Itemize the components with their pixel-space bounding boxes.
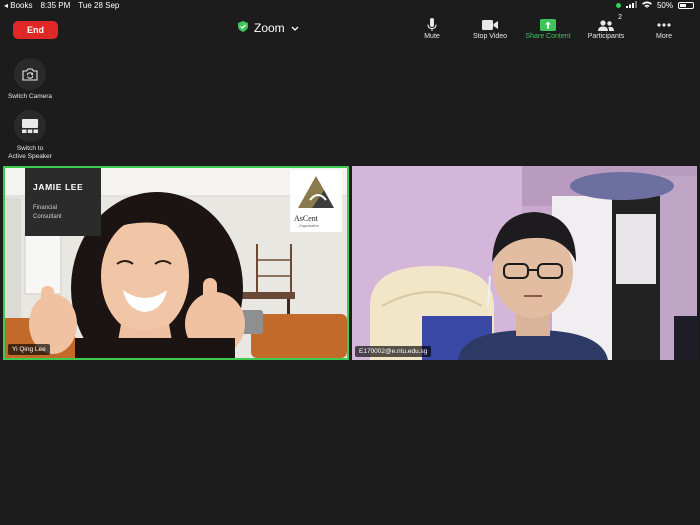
video-tile-yi-qing-lee[interactable]: JAMIE LEE Financial Consultant AsCent Or… <box>3 166 349 360</box>
participant-name-tag: E170002@e.ntu.edu.sg <box>355 346 432 357</box>
logo-subtext: Organization <box>299 224 319 228</box>
banner-role-line1: Financial <box>33 205 58 211</box>
switch-speaker-label-line1: Switch to <box>16 145 44 152</box>
banner-name: JAMIE LEE <box>33 182 84 192</box>
banner-role: Financial Consultant <box>33 204 62 222</box>
company-logo: AsCent Organization <box>290 170 342 232</box>
logo-text: AsCent <box>294 214 318 223</box>
status-bar: ◂ Books 8:35 PM Tue 28 Sep 50% <box>0 0 700 12</box>
back-to-app-link[interactable]: ◂ Books <box>4 1 32 10</box>
stop-video-label: Stop Video <box>472 33 508 40</box>
banner-role-line2: Consultant <box>33 214 62 220</box>
switch-speaker-label-line2: Active Speaker <box>8 153 52 160</box>
participant-video-feed <box>352 166 697 360</box>
microphone-icon <box>427 17 437 33</box>
participants-icon: 2 <box>598 14 622 33</box>
switch-camera-icon <box>14 58 46 90</box>
share-screen-icon <box>540 17 556 33</box>
back-app-label: Books <box>10 1 33 10</box>
switch-to-active-speaker-button[interactable]: Switch to Active Speaker <box>6 110 54 161</box>
shield-check-icon <box>238 21 248 35</box>
participant-name-tag: Yi Qing Lee <box>8 344 50 355</box>
switch-camera-button[interactable]: Switch Camera <box>6 58 54 101</box>
more-dots-icon <box>657 17 671 33</box>
participants-label: Participants <box>587 33 625 40</box>
meeting-title-dropdown[interactable]: Zoom <box>238 20 299 36</box>
active-speaker-layout-icon <box>14 110 46 142</box>
meeting-toolbar: Mute Stop Video Share Content 2 Particip… <box>406 14 690 40</box>
more-label: More <box>656 33 672 40</box>
camera-in-use-indicator <box>615 3 621 8</box>
video-tile-e170002[interactable]: E170002@e.ntu.edu.sg <box>352 166 697 360</box>
switch-camera-label: Switch Camera <box>7 93 53 100</box>
more-button[interactable]: More <box>638 17 690 40</box>
logo-mark-icon <box>298 176 334 208</box>
status-date: Tue 28 Sep <box>78 1 120 10</box>
battery-icon <box>678 2 694 9</box>
stop-video-button[interactable]: Stop Video <box>464 17 516 40</box>
meeting-title: Zoom <box>254 21 285 35</box>
chevron-down-icon <box>291 21 299 35</box>
end-meeting-button[interactable]: End <box>13 21 58 39</box>
cellular-signal-icon <box>625 1 637 10</box>
share-content-button[interactable]: Share Content <box>522 17 574 40</box>
participants-count: 2 <box>618 14 622 21</box>
share-content-label: Share Content <box>525 33 571 40</box>
battery-percent: 50% <box>656 1 673 10</box>
mute-button[interactable]: Mute <box>406 17 458 40</box>
video-camera-icon <box>482 17 498 33</box>
wifi-icon <box>641 1 652 10</box>
mute-label: Mute <box>424 33 440 40</box>
status-time: 8:35 PM <box>40 1 71 10</box>
participants-button[interactable]: 2 Participants <box>580 14 632 40</box>
name-banner: JAMIE LEE Financial Consultant <box>25 168 101 236</box>
